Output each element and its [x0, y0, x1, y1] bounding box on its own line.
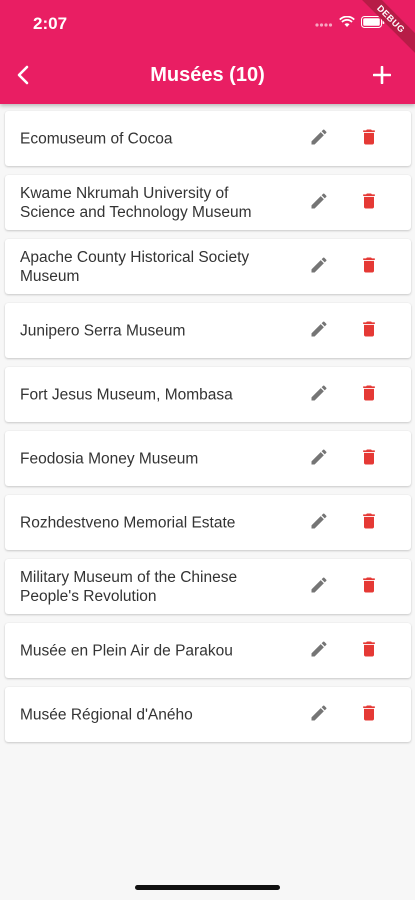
edit-button[interactable] [306, 446, 332, 472]
museum-list: Ecomuseum of Cocoa Kwame Nkrumah Universi… [5, 111, 411, 751]
list-item[interactable]: Rozhdestveno Memorial Estate [5, 495, 411, 550]
museum-name: Musée Régional d'Aného [20, 706, 193, 723]
delete-button[interactable] [356, 510, 382, 536]
edit-button[interactable] [306, 126, 332, 152]
delete-button[interactable] [356, 574, 382, 600]
edit-button[interactable] [306, 382, 332, 408]
edit-button[interactable] [306, 190, 332, 216]
trash-icon [359, 254, 379, 281]
museum-name: Fort Jesus Museum, Mombasa [20, 386, 233, 403]
page-title: Musées (10) [150, 64, 265, 86]
pencil-icon [309, 447, 329, 472]
delete-button[interactable] [356, 446, 382, 472]
list-item[interactable]: Ecomuseum of Cocoa [5, 111, 411, 166]
pencil-icon [309, 575, 329, 600]
delete-button[interactable] [356, 190, 382, 216]
edit-button[interactable] [306, 638, 332, 664]
list-item[interactable]: Kwame Nkrumah University of Science and … [5, 175, 411, 230]
trash-icon [359, 382, 379, 409]
list-item[interactable]: Apache County Historical Society Museum [5, 239, 411, 294]
wifi-icon [339, 15, 355, 33]
delete-button[interactable] [356, 638, 382, 664]
pencil-icon [309, 255, 329, 280]
museum-name: Apache County Historical Society Museum [20, 248, 250, 285]
pencil-icon [309, 639, 329, 664]
list-item[interactable]: Fort Jesus Museum, Mombasa [5, 367, 411, 422]
museum-name: Musée en Plein Air de Parakou [20, 642, 233, 659]
delete-button[interactable] [356, 318, 382, 344]
pencil-icon [309, 511, 329, 536]
list-item[interactable]: Junipero Serra Museum [5, 303, 411, 358]
pencil-icon [309, 383, 329, 408]
museum-name: Feodosia Money Museum [20, 450, 199, 467]
edit-button[interactable] [306, 254, 332, 280]
list-item[interactable]: Feodosia Money Museum [5, 431, 411, 486]
add-button[interactable] [367, 62, 397, 92]
trash-icon [359, 190, 379, 217]
edit-button[interactable] [306, 574, 332, 600]
home-indicator[interactable] [135, 885, 280, 890]
list-item[interactable]: Military Museum of the Chinese People's … [5, 559, 411, 614]
list-item[interactable]: Musée Régional d'Aného [5, 687, 411, 742]
trash-icon [359, 446, 379, 473]
plus-icon [372, 65, 392, 89]
list-item[interactable]: Musée en Plein Air de Parakou [5, 623, 411, 678]
edit-button[interactable] [306, 318, 332, 344]
trash-icon [359, 126, 379, 153]
museum-name: Military Museum of the Chinese People's … [20, 568, 238, 605]
museum-name: Junipero Serra Museum [20, 322, 186, 339]
delete-button[interactable] [356, 382, 382, 408]
status-icons [315, 15, 385, 33]
app-bar: 2:07 DEBUG Musées (10) [0, 0, 415, 104]
pencil-icon [309, 127, 329, 152]
delete-button[interactable] [356, 126, 382, 152]
museum-name: Kwame Nkrumah University of Science and … [20, 184, 252, 221]
edit-button[interactable] [306, 510, 332, 536]
trash-icon [359, 318, 379, 345]
trash-icon [359, 702, 379, 729]
signal-icon [315, 15, 333, 33]
trash-icon [359, 638, 379, 665]
edit-button[interactable] [306, 702, 332, 728]
trash-icon [359, 510, 379, 537]
status-time: 2:07 [33, 14, 68, 33]
trash-icon [359, 574, 379, 601]
pencil-icon [309, 703, 329, 728]
delete-button[interactable] [356, 254, 382, 280]
delete-button[interactable] [356, 702, 382, 728]
museum-name: Ecomuseum of Cocoa [20, 130, 173, 147]
pencil-icon [309, 319, 329, 344]
museum-name: Rozhdestveno Memorial Estate [20, 514, 236, 531]
pencil-icon [309, 191, 329, 216]
